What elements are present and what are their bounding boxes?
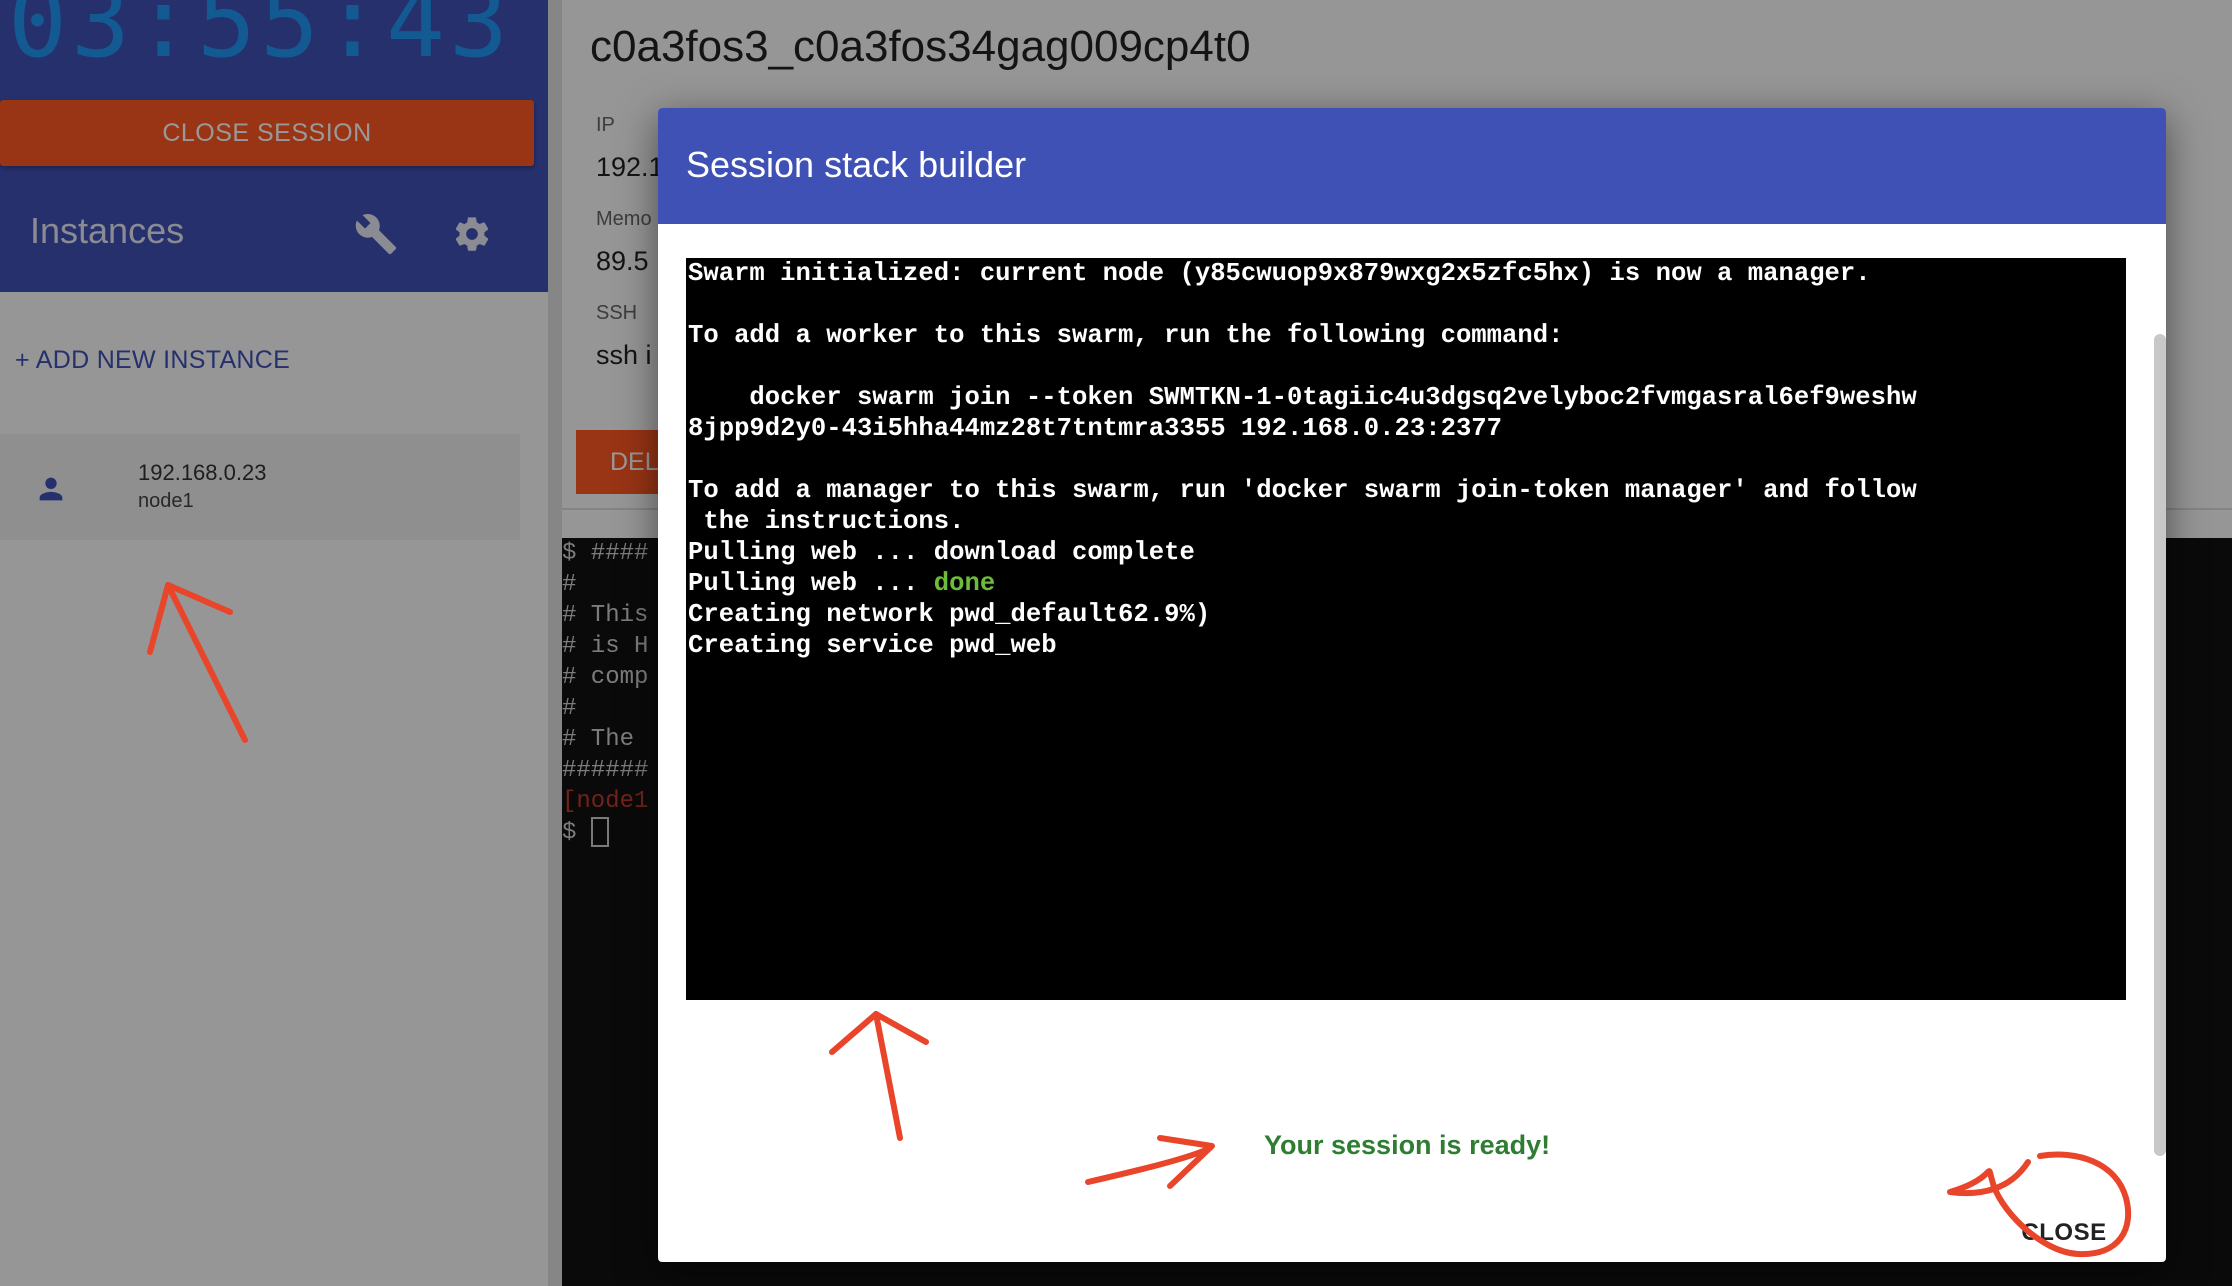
- console-line-prefix: Pulling web ...: [688, 569, 934, 598]
- console-line: Creating network pwd_default62.9%): [688, 600, 1211, 629]
- console-output: Swarm initialized: current node (y85cwuo…: [686, 258, 2126, 661]
- dialog-header: Session stack builder: [658, 108, 2166, 224]
- console-line: 8jpp9d2y0-43i5hha44mz28t7tntmra3355 192.…: [688, 414, 1503, 443]
- dialog-title: Session stack builder: [686, 144, 1027, 185]
- session-ready-message: Your session is ready!: [1264, 1130, 1551, 1160]
- console-line: Swarm initialized: current node (y85cwuo…: [688, 259, 1871, 288]
- console-line: To add a manager to this swarm, run 'doc…: [688, 476, 1917, 505]
- dialog-console: Swarm initialized: current node (y85cwuo…: [686, 258, 2126, 1000]
- dialog-scrollbar[interactable]: [2154, 334, 2166, 1156]
- session-stack-builder-dialog: Session stack builder Swarm initialized:…: [658, 108, 2166, 1262]
- console-line: the instructions.: [688, 507, 965, 536]
- console-line: To add a worker to this swarm, run the f…: [688, 321, 1564, 350]
- console-line: docker swarm join --token SWMTKN-1-0tagi…: [688, 383, 1917, 412]
- close-dialog-button[interactable]: CLOSE: [2004, 1204, 2124, 1262]
- console-line: Creating service pwd_web: [688, 631, 1057, 660]
- console-line: Pulling web ... download complete: [688, 538, 1195, 567]
- console-done-status: done: [933, 569, 996, 598]
